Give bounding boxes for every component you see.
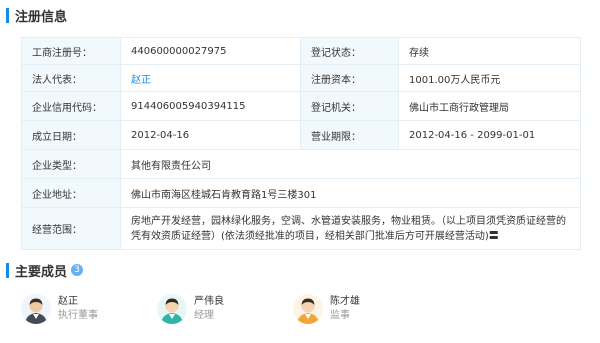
legal-rep-link[interactable]: 赵正 (131, 75, 151, 86)
member-item[interactable]: 严伟良 经理 (157, 293, 224, 325)
founded-date-value: 2012-04-16 (120, 120, 301, 150)
section-accent-bar (6, 262, 9, 278)
legal-rep-label: 法人代表： (21, 64, 121, 92)
member-count-badge: 3 (71, 264, 84, 276)
table-row: 企业类型： 其他有限责任公司 (21, 149, 581, 179)
member-name[interactable]: 陈才雄 (330, 295, 360, 309)
business-term-value: 2012-04-16 - 2099-01-01 (398, 120, 581, 150)
reg-status-value: 存续 (398, 37, 581, 65)
reg-number-value: 440600000027975 (120, 37, 301, 65)
table-row: 成立日期： 2012-04-16 营业期限： 2012-04-16 - 2099… (21, 120, 581, 150)
member-role: 执行董事 (58, 310, 98, 321)
man-avatar-icon (157, 294, 187, 324)
man-avatar-icon (293, 294, 323, 324)
table-row: 经营范围： 房地产开发经营，园林绿化服务，空调、水管道安装服务，物业租赁。（以上… (21, 207, 581, 250)
reg-authority-value: 佛山市工商行政管理局 (398, 91, 581, 121)
founded-date-label: 成立日期： (21, 120, 121, 150)
business-term-label: 营业期限： (300, 120, 399, 150)
members-list: 赵正 执行董事 严伟良 经理 陈才雄 监事 (21, 287, 581, 343)
registration-info-table: 工商注册号： 440600000027975 登记状态： 存续 法人代表： 赵正… (21, 37, 581, 250)
business-scope-label: 经营范围： (21, 207, 121, 250)
company-address-value: 佛山市南海区桂城石肯教育路1号三楼301 (120, 178, 581, 208)
man-avatar-icon (21, 294, 51, 324)
members-title: 主要成员 (15, 264, 68, 280)
company-address-label: 企业地址： (21, 178, 121, 208)
registration-section-title: 注册信息 (6, 7, 68, 25)
reg-number-label: 工商注册号： (21, 37, 121, 65)
member-role: 经理 (194, 310, 214, 321)
reg-status-label: 登记状态： (300, 37, 399, 65)
table-row: 企业地址： 佛山市南海区桂城石肯教育路1号三楼301 (21, 178, 581, 208)
member-item[interactable]: 陈才雄 监事 (293, 293, 360, 325)
reg-capital-label: 注册资本： (300, 64, 399, 92)
credit-code-value: 914406005940394115 (120, 91, 301, 121)
member-item[interactable]: 赵正 执行董事 (21, 293, 98, 325)
business-scope-value: 房地产开发经营，园林绿化服务，空调、水管道安装服务，物业租赁。（以上项目须凭资质… (120, 207, 581, 250)
member-role: 监事 (330, 310, 350, 321)
section-accent-bar (6, 7, 9, 23)
reg-authority-label: 登记机关： (300, 91, 399, 121)
member-name[interactable]: 赵正 (58, 295, 98, 309)
table-row: 工商注册号： 440600000027975 登记状态： 存续 (21, 37, 581, 65)
company-type-label: 企业类型： (21, 149, 121, 179)
members-section-title: 主要成员 3 (6, 262, 84, 280)
table-row: 企业信用代码： 914406005940394115 登记机关： 佛山市工商行政… (21, 91, 581, 121)
company-type-value: 其他有限责任公司 (120, 149, 581, 179)
member-name[interactable]: 严伟良 (194, 295, 224, 309)
registration-title: 注册信息 (15, 9, 68, 25)
reg-capital-value: 1001.00万人民币元 (398, 64, 581, 92)
credit-code-label: 企业信用代码： (21, 91, 121, 121)
table-row: 法人代表： 赵正 注册资本： 1001.00万人民币元 (21, 64, 581, 92)
